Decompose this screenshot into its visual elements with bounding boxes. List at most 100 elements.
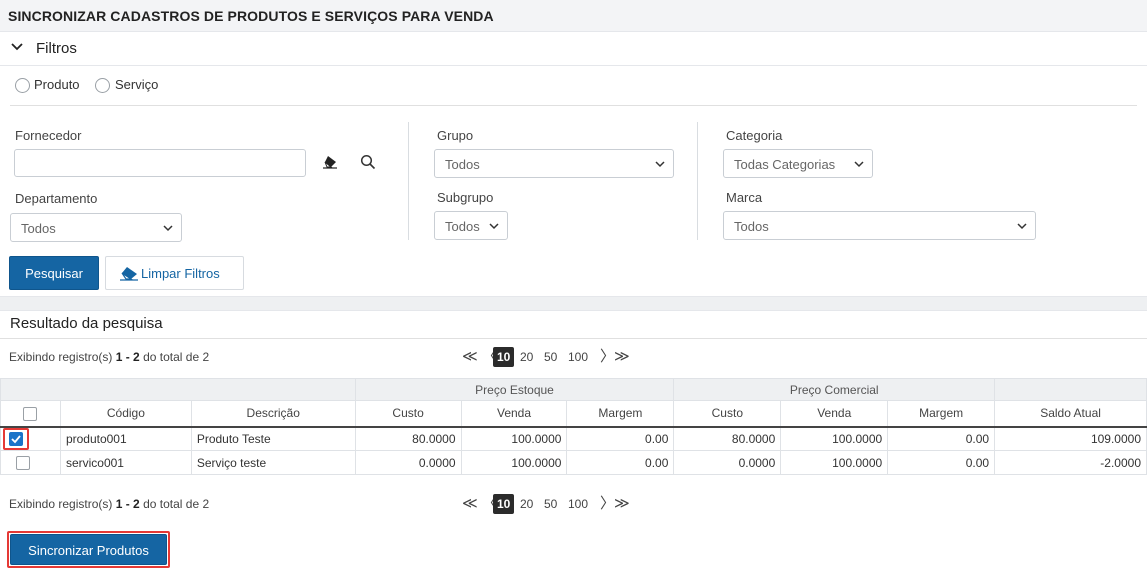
categoria-label: Categoria <box>726 128 783 143</box>
page-size-option[interactable]: 20 <box>520 347 533 367</box>
first-page-icon[interactable]: ≪ <box>462 347 478 367</box>
radio-produto-label: Produto <box>34 77 80 92</box>
chevron-down-icon <box>854 161 864 168</box>
limpar-filtros-button[interactable]: Limpar Filtros <box>105 256 244 290</box>
grupo-label: Grupo <box>437 128 474 143</box>
pesquisar-button[interactable]: Pesquisar <box>9 256 99 290</box>
departamento-select[interactable]: Todos <box>10 213 182 242</box>
search-icon[interactable] <box>360 154 376 170</box>
checkmark-icon <box>11 435 21 444</box>
column-header[interactable]: Custo <box>673 400 782 428</box>
group-header-comercial: Preço Comercial <box>673 378 996 401</box>
divider <box>10 105 1137 106</box>
cell-margem-estoque: 0.00 <box>566 425 675 452</box>
next-page-icon[interactable]: 〉 <box>600 494 615 514</box>
cell-venda-comercial: 100.0000 <box>780 450 889 476</box>
cell-descricao: Serviço teste <box>190 450 356 476</box>
filters-toggle[interactable]: Filtros <box>0 32 1147 66</box>
results-title: Resultado da pesquisa <box>10 315 163 332</box>
fornecedor-input[interactable] <box>14 149 306 177</box>
column-separator <box>408 122 409 240</box>
column-header[interactable]: Saldo Atual <box>994 400 1147 428</box>
sincronizar-produtos-button[interactable]: Sincronizar Produtos <box>10 534 167 565</box>
select-all-checkbox[interactable] <box>23 406 38 421</box>
cell-margem-estoque: 0.00 <box>566 450 675 476</box>
cell-codigo: produto001 <box>59 425 192 452</box>
page-size-option[interactable]: 50 <box>544 494 557 514</box>
last-page-icon[interactable]: ≫ <box>614 347 630 367</box>
cell-custo-estoque: 80.0000 <box>354 425 462 452</box>
table-row[interactable]: produto001 Produto Teste 80.0000 100.000… <box>0 425 1147 452</box>
column-header[interactable]: Margem <box>887 400 996 428</box>
chevron-down-icon <box>1017 223 1027 230</box>
eraser-icon[interactable] <box>322 155 338 169</box>
column-header[interactable]: Descrição <box>190 400 356 428</box>
cell-codigo: servico001 <box>59 450 192 476</box>
column-header[interactable]: Custo <box>354 400 462 428</box>
categoria-select[interactable]: Todas Categorias <box>723 149 873 178</box>
group-header-estoque: Preço Estoque <box>354 378 675 401</box>
group-header-empty <box>0 378 356 401</box>
row-select-cell <box>0 425 61 452</box>
page-size-option[interactable]: 100 <box>568 347 588 367</box>
group-header-empty <box>994 378 1147 401</box>
page-title-bar: SINCRONIZAR CADASTROS DE PRODUTOS E SERV… <box>0 0 1147 32</box>
filters-header-label: Filtros <box>36 40 77 57</box>
page-size-option[interactable]: 10 <box>493 347 515 367</box>
cell-custo-comercial: 0.0000 <box>673 450 782 476</box>
chevron-down-icon <box>489 223 499 230</box>
departamento-value: Todos <box>21 221 56 236</box>
radio-produto[interactable] <box>15 78 30 93</box>
checkbox-highlight <box>3 427 29 451</box>
cell-custo-estoque: 0.0000 <box>354 450 462 476</box>
cell-saldo-atual: -2.0000 <box>994 450 1147 476</box>
column-header[interactable]: Margem <box>566 400 675 428</box>
subgrupo-select[interactable]: Todos <box>434 211 508 240</box>
cell-venda-comercial: 100.0000 <box>780 425 889 452</box>
column-separator <box>697 122 698 240</box>
radio-servico[interactable] <box>95 78 110 93</box>
column-header[interactable]: Venda <box>780 400 889 428</box>
column-header[interactable]: Venda <box>460 400 568 428</box>
last-page-icon[interactable]: ≫ <box>614 494 630 514</box>
row-checkbox[interactable] <box>9 432 23 447</box>
eraser-icon <box>120 267 138 281</box>
sincronizar-produtos-label: Sincronizar Produtos <box>28 543 149 558</box>
marca-label: Marca <box>726 190 763 205</box>
radio-servico-label: Serviço <box>115 77 159 92</box>
page-size-pager-bottom: ≪ 〈 10 20 50 100 〉 ≫ <box>462 494 642 514</box>
chevron-down-icon <box>655 161 665 168</box>
cell-custo-comercial: 80.0000 <box>673 425 782 452</box>
grupo-value: Todos <box>445 157 480 172</box>
page-size-option[interactable]: 50 <box>544 347 557 367</box>
section-band <box>0 296 1147 311</box>
results-table: Preço Estoque Preço Comercial Código Des… <box>0 378 1147 476</box>
page-size-pager-top: ≪ 〈 10 20 50 100 〉 ≫ <box>462 347 642 367</box>
row-select-cell <box>0 450 61 476</box>
next-page-icon[interactable]: 〉 <box>600 347 615 367</box>
cell-saldo-atual: 109.0000 <box>994 425 1147 452</box>
fornecedor-label: Fornecedor <box>15 128 82 143</box>
divider <box>0 338 1147 339</box>
chevron-down-icon <box>163 225 173 232</box>
chevron-down-icon <box>11 43 23 51</box>
page-size-option[interactable]: 10 <box>493 494 515 514</box>
cell-margem-comercial: 0.00 <box>887 425 996 452</box>
first-page-icon[interactable]: ≪ <box>462 494 478 514</box>
grupo-select[interactable]: Todos <box>434 149 674 178</box>
cell-venda-estoque: 100.0000 <box>460 425 568 452</box>
subgrupo-value: Todos <box>445 219 480 234</box>
records-info: Exibindo registro(s) 1 - 2 do total de 2 <box>9 497 210 511</box>
page-title: SINCRONIZAR CADASTROS DE PRODUTOS E SERV… <box>8 8 494 24</box>
marca-select[interactable]: Todos <box>723 211 1036 240</box>
page-size-option[interactable]: 20 <box>520 494 533 514</box>
select-all-cell <box>0 400 61 428</box>
page-size-option[interactable]: 100 <box>568 494 588 514</box>
cell-margem-comercial: 0.00 <box>887 450 996 476</box>
table-row[interactable]: servico001 Serviço teste 0.0000 100.0000… <box>0 450 1147 476</box>
departamento-label: Departamento <box>15 191 98 206</box>
row-checkbox[interactable] <box>16 456 31 471</box>
subgrupo-label: Subgrupo <box>437 190 494 205</box>
column-header[interactable]: Código <box>59 400 192 428</box>
records-info: Exibindo registro(s) 1 - 2 do total de 2 <box>9 350 210 364</box>
